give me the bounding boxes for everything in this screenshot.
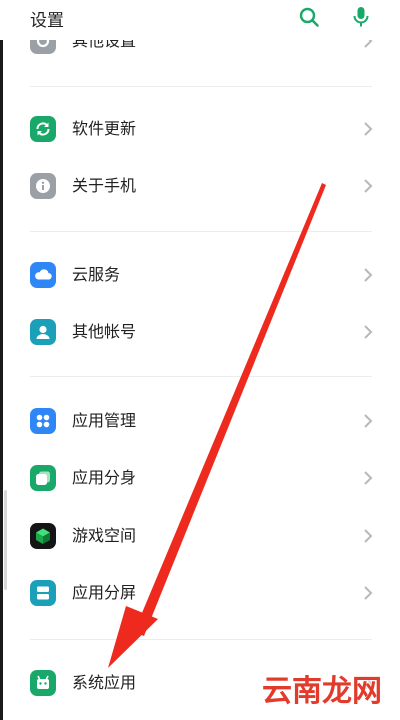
chevron-right-icon: [364, 325, 373, 339]
settings-item-game-space[interactable]: 游戏空间: [0, 509, 400, 565]
system-app-icon: [30, 670, 56, 696]
item-label: 应用管理: [72, 411, 137, 430]
chevron-right-icon: [364, 586, 373, 600]
cloud-icon: [30, 262, 56, 288]
chevron-right-icon: [364, 414, 373, 428]
chevron-right-icon: [364, 122, 373, 136]
settings-item-app-clone[interactable]: 应用分身: [0, 451, 400, 507]
chevron-right-icon: [364, 471, 373, 485]
account-icon: [30, 319, 56, 345]
divider: [30, 376, 372, 377]
settings-item-about-phone[interactable]: 关于手机: [0, 159, 400, 215]
item-label: 应用分屏: [72, 583, 137, 602]
info-icon: [30, 173, 56, 199]
item-label: 云服务: [72, 265, 121, 284]
app-grid-icon: [30, 408, 56, 434]
watermark-text: 云南龙网: [262, 674, 382, 709]
settings-item-software-update[interactable]: 软件更新: [0, 102, 400, 158]
settings-item-split-screen[interactable]: 应用分屏: [0, 566, 400, 622]
item-label: 关于手机: [72, 176, 137, 195]
search-icon[interactable]: [297, 5, 321, 29]
item-label: 游戏空间: [72, 526, 137, 545]
divider: [30, 231, 372, 232]
chevron-right-icon: [364, 179, 373, 193]
chevron-right-icon: [364, 529, 373, 543]
game-cube-icon: [30, 523, 56, 549]
item-label: 应用分身: [72, 468, 137, 487]
page-title: 设置: [30, 11, 64, 31]
update-icon: [30, 116, 56, 142]
chevron-right-icon: [364, 268, 373, 282]
divider: [30, 86, 372, 87]
settings-item-other-accounts[interactable]: 其他帐号: [0, 305, 400, 361]
item-label: 其他帐号: [72, 322, 137, 341]
settings-item-app-management[interactable]: 应用管理: [0, 394, 400, 450]
microphone-icon[interactable]: [349, 5, 373, 29]
header-bar: 设置: [0, 0, 400, 40]
item-label: 软件更新: [72, 119, 137, 138]
item-label: 系统应用: [72, 673, 137, 692]
split-screen-icon: [30, 580, 56, 606]
settings-item-cloud-service[interactable]: 云服务: [0, 248, 400, 304]
divider: [30, 639, 372, 640]
app-clone-icon: [30, 465, 56, 491]
